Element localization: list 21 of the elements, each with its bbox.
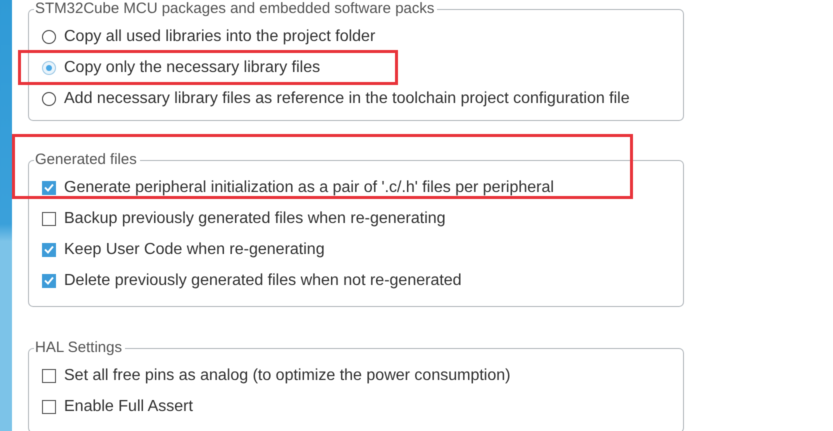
group-title: STM32Cube MCU packages and embedded software packs [34, 0, 436, 18]
checkbox[interactable] [42, 400, 56, 414]
option-label[interactable]: Copy all used libraries into the project folder [64, 28, 376, 46]
checkbox[interactable] [42, 212, 56, 226]
radio-button[interactable] [42, 60, 56, 74]
checkbox[interactable] [42, 242, 56, 256]
option-label[interactable]: Keep User Code when re-generating [64, 240, 325, 258]
option-label[interactable]: Enable Full Assert [64, 398, 193, 416]
option-label[interactable]: Add necessary library files as reference in the toolchain project configuration file [64, 90, 630, 108]
option-label[interactable]: Delete previously generated files when not re-generated [64, 272, 462, 290]
radio-button[interactable] [42, 92, 56, 106]
group-title: Generated files [34, 151, 138, 169]
option-label[interactable]: Set all free pins as analog (to optimize the power consumption) [64, 366, 510, 384]
option-label[interactable]: Copy only the necessary library files [64, 58, 320, 76]
group-title: HAL Settings [34, 339, 123, 357]
option-label[interactable]: Backup previously generated files when re-generating [64, 210, 446, 228]
option-label[interactable]: Generate peripheral initialization as a pair of '.c/.h' files per peripheral [64, 178, 554, 196]
checkbox[interactable] [42, 180, 56, 194]
checkbox[interactable] [42, 368, 56, 382]
checkbox[interactable] [42, 274, 56, 288]
radio-button[interactable] [42, 30, 56, 44]
